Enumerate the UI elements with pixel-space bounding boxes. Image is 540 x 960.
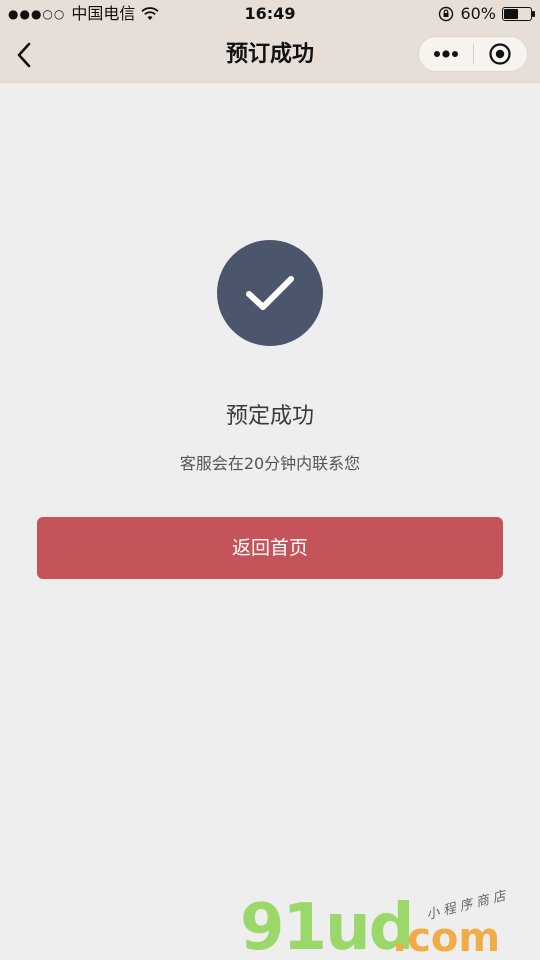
more-dots-icon (433, 50, 458, 58)
rotation-lock-icon (439, 6, 454, 22)
mini-program-capsule (418, 36, 528, 72)
checkmark-icon (246, 276, 294, 310)
battery-fill (504, 9, 518, 19)
more-button[interactable] (419, 37, 473, 71)
status-bar: ●●●○○ 中国电信 16:49 60% (0, 0, 540, 28)
nav-bar: 预订成功 (0, 28, 540, 83)
back-to-home-button[interactable]: 返回首页 (37, 517, 503, 579)
success-subtitle: 客服会在20分钟内联系您 (179, 454, 361, 473)
watermark-logo: 91ud .com 小程序商店 (240, 888, 540, 960)
success-icon (217, 240, 323, 346)
watermark-suffix: .com (392, 915, 501, 960)
battery-icon (502, 7, 535, 21)
close-button[interactable] (474, 37, 528, 71)
battery-percent: 60% (460, 4, 496, 23)
success-title: 预定成功 (225, 404, 314, 429)
watermark-brand: 91ud (240, 891, 414, 960)
status-right: 60% (438, 0, 535, 28)
target-close-icon (489, 43, 511, 65)
